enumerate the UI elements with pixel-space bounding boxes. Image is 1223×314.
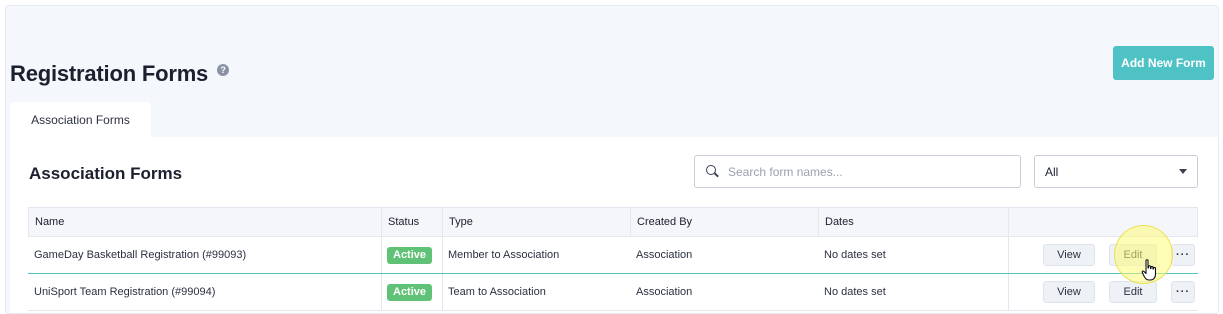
form-name: GameDay Basketball Registration (#99093) [34,249,247,261]
dates: No dates set [824,249,886,261]
add-new-form-button[interactable]: Add New Form [1113,46,1214,80]
search-box[interactable] [694,155,1021,188]
search-input[interactable] [728,164,1008,179]
help-icon[interactable]: ? [217,64,230,76]
view-button[interactable]: View [1043,281,1095,303]
status-cell: Active [381,237,442,273]
status-filter-select[interactable]: All [1034,155,1198,188]
more-options-icon[interactable]: ··· [1171,281,1195,303]
form-name: UniSport Team Registration (#99094) [34,286,216,298]
edit-button[interactable]: Edit [1109,281,1157,303]
column-header-created-by[interactable]: Created By [631,208,819,236]
table-row[interactable]: GameDay Basketball Registration (#99093)… [28,237,1198,274]
forms-table: Name Status Type Created By Dates GameDa… [28,207,1198,311]
status-filter-value: All [1045,164,1059,179]
column-header-name[interactable]: Name [29,208,382,236]
panel-title: Association Forms [29,164,183,183]
title-row: Registration Forms ? [10,61,230,87]
column-divider [1008,274,1009,310]
form-type: Member to Association [448,249,560,261]
dates: No dates set [824,286,886,298]
view-button[interactable]: View [1043,244,1095,266]
chevron-down-icon [1179,169,1187,174]
column-header-status[interactable]: Status [382,208,443,236]
column-divider [1008,237,1009,273]
created-by: Association [636,249,693,261]
hand-pointer-icon [1141,259,1157,281]
more-options-icon[interactable]: ··· [1171,244,1195,266]
page-title: Registration Forms [10,61,209,86]
tab-association-forms[interactable]: Association Forms [10,102,151,138]
created-by: Association [636,286,693,298]
forms-panel: Association Forms All Name Status Type C… [10,137,1218,313]
status-badge: Active [387,246,433,264]
column-header-type[interactable]: Type [443,208,631,236]
table-row[interactable]: UniSport Team Registration (#99094) Acti… [28,274,1198,311]
table-header-row: Name Status Type Created By Dates [28,207,1198,237]
form-type: Team to Association [448,286,546,298]
status-cell: Active [381,274,442,310]
status-badge: Active [387,283,433,301]
search-icon [706,164,720,179]
column-header-dates[interactable]: Dates [819,208,1009,236]
page-container: Registration Forms ? Add New Form Associ… [5,5,1219,314]
column-header-actions [1009,208,1199,236]
